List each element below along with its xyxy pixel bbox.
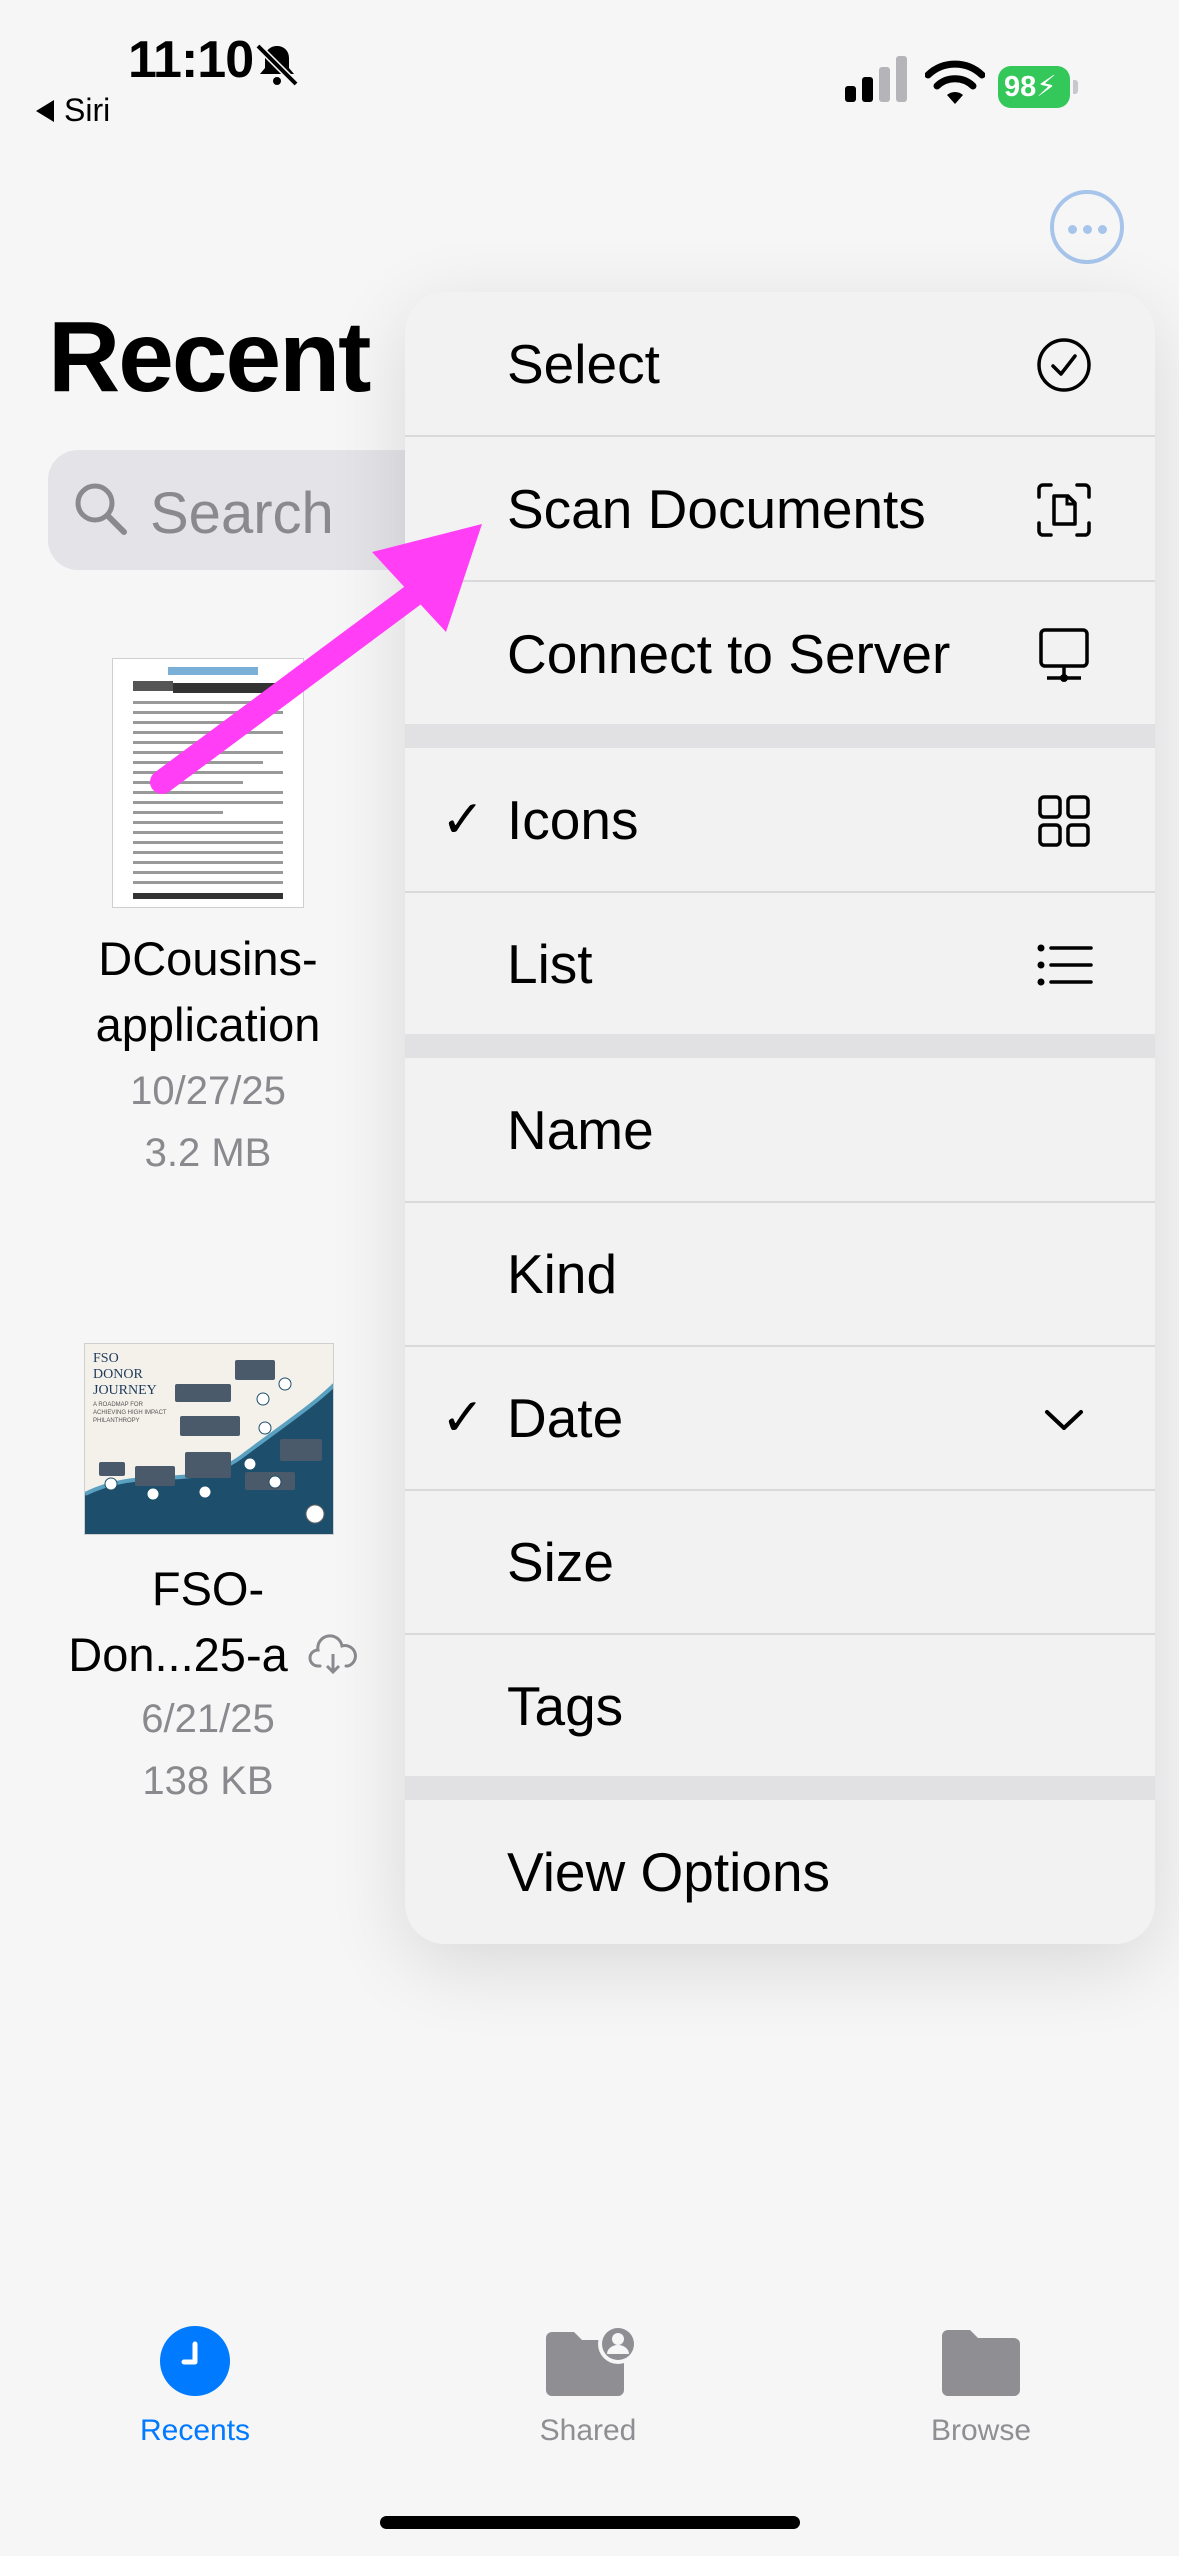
menu-item-label: List [507,933,593,995]
menu-item-label: Kind [507,1243,618,1305]
list-icon [1037,944,1093,986]
search-placeholder: Search [150,481,334,546]
document-preview-image: FSO DONOR JOURNEY A ROADMAP FOR ACHIEVIN… [85,1344,333,1534]
menu-item-label: Scan Documents [507,478,926,540]
menu-item-sort-tags[interactable]: Tags [405,1634,1155,1778]
menu-item-sort-size[interactable]: Size [405,1490,1155,1634]
menu-item-label: View Options [507,1841,831,1903]
menu-item-sort-date[interactable]: ✓ Date [405,1346,1155,1490]
battery-indicator: 98⚡ [998,66,1080,108]
search-icon [75,483,127,535]
menu-item-label: Date [507,1387,624,1449]
back-to-siri[interactable]: Siri [36,92,110,129]
menu-item-icons[interactable]: ✓ Icons [405,748,1155,892]
menu-item-label: Size [507,1531,614,1593]
file-name-line1: DCousins- [98,932,318,985]
menu-item-label: Select [507,333,660,395]
thumb-text: FSO [93,1351,119,1366]
tab-recents-button[interactable] [160,2326,230,2396]
menu-item-label: Icons [507,789,639,851]
clock-icon [181,2341,198,2365]
file-date: 10/27/25 [130,1069,286,1113]
cellular-signal-icon [845,56,907,102]
thumb-text: ACHIEVING HIGH IMPACT [93,1410,167,1416]
silent-bell-icon [255,43,299,87]
document-scanner-icon [1037,483,1091,537]
back-label: Siri [64,92,111,128]
file-size: 3.2 MB [144,1131,272,1175]
more-options-button[interactable] [1050,190,1124,264]
cloud-download-icon [308,1634,357,1675]
file-name-line2: application [95,998,321,1051]
menu-item-connect-to-server[interactable]: Connect to Server [405,582,1155,726]
grid-icon [1038,795,1090,847]
thumb-text: JOURNEY [93,1383,157,1398]
wifi-icon [925,60,985,104]
menu-item-label: Name [507,1099,654,1161]
battery-level: 98 [1004,71,1037,103]
thumb-text: DONOR [93,1367,143,1382]
shared-folder-icon[interactable] [544,2324,640,2400]
menu-item-view-options[interactable]: View Options [405,1800,1155,1944]
server-monitor-icon [1039,628,1089,682]
file-thumbnail-fso[interactable]: FSO DONOR JOURNEY A ROADMAP FOR ACHIEVIN… [84,1343,334,1535]
menu-item-label: Connect to Server [507,623,951,685]
menu-item-label: Tags [507,1675,624,1737]
page-title: Recent [48,301,371,413]
status-time: 11:10 [128,31,254,89]
document-preview-image [113,659,303,907]
tab-shared-label[interactable]: Shared [463,2414,713,2448]
browse-folder-icon[interactable] [940,2326,1022,2398]
menu-item-sort-kind[interactable]: Kind [405,1202,1155,1346]
home-indicator[interactable] [380,2516,800,2529]
file-date: 6/21/25 [141,1697,275,1741]
tab-recents-label[interactable]: Recents [70,2414,320,2448]
file-size: 138 KB [142,1759,274,1803]
checkmark-icon: ✓ [441,791,485,849]
more-options-menu: Select Scan Documents Connect to Server … [405,292,1155,1944]
menu-item-sort-name[interactable]: Name [405,1058,1155,1202]
chevron-down-icon [1045,1410,1083,1430]
file-thumbnail-dcousins[interactable] [112,658,304,908]
menu-item-select[interactable]: Select [405,292,1155,436]
thumb-text: A ROADMAP FOR [93,1402,144,1408]
checkmark-circle-icon [1037,338,1091,392]
checkmark-icon: ✓ [441,1389,485,1447]
menu-item-list[interactable]: List [405,892,1155,1036]
thumb-text: PHILANTHROPY [93,1418,140,1424]
back-arrow-icon [36,99,54,122]
menu-item-scan-documents[interactable]: Scan Documents [405,437,1155,581]
tab-browse-label[interactable]: Browse [856,2414,1106,2448]
file-name-line1: FSO- [151,1562,265,1615]
